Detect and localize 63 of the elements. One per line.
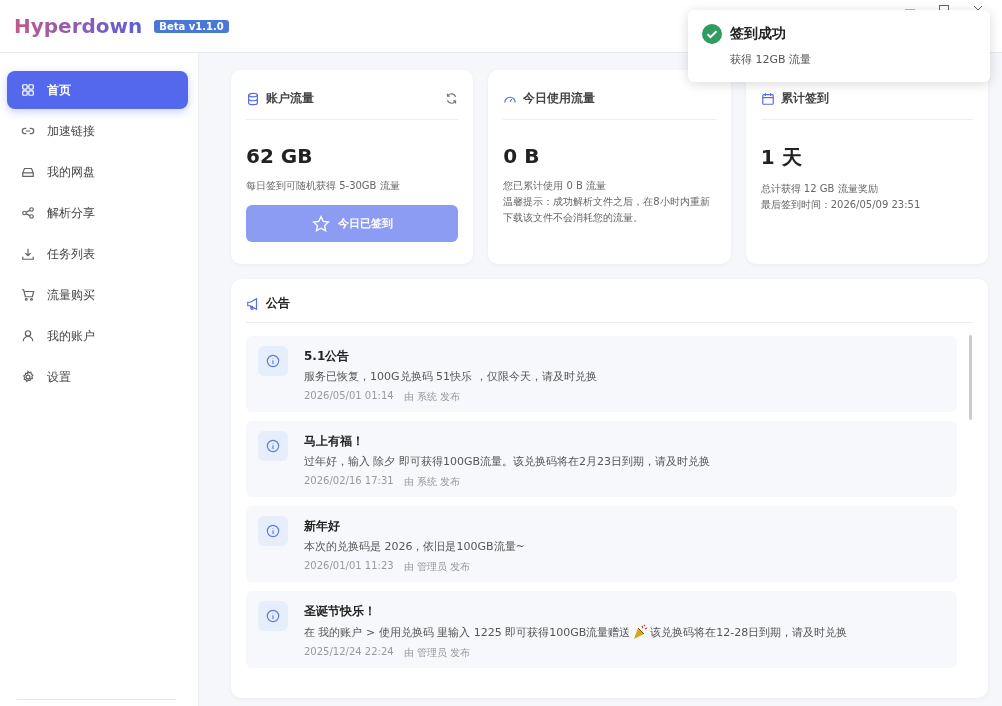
stat-note: 您已累计使用 0 B 流量 — [503, 179, 608, 193]
announcement-title: 马上有福！ — [304, 433, 365, 450]
refresh-icon[interactable] — [445, 92, 459, 105]
database-icon — [246, 91, 260, 106]
grid-icon — [21, 83, 35, 97]
stat-note: 总计获得 12 GB 流量奖励 — [760, 182, 879, 196]
cart-icon — [21, 288, 35, 302]
sidebar-item[interactable]: 解析分享 — [7, 194, 188, 232]
card-title: 今日使用流量 — [523, 90, 596, 107]
announcement-text: 本次的兑换码是 2026，依旧是100GB流量~ — [304, 539, 525, 554]
sidebar-item[interactable]: 设置 — [7, 358, 188, 396]
info-icon — [258, 516, 288, 546]
announcement-item[interactable]: 新年好 本次的兑换码是 2026，依旧是100GB流量~ 2026/01/01 11:23 由 管理员 发布 — [246, 506, 957, 582]
info-icon — [258, 601, 288, 631]
announcement-item[interactable]: 马上有福！ 过年好，输入 除夕 即可获得100GB流量。该兑换码将在2月23日到期，请及时兑换 2026/02/16 17:31 由 系统 发布 — [246, 421, 957, 497]
download-icon — [21, 247, 35, 261]
announcement-author: 由 管理员 发布 — [403, 646, 470, 660]
toast-message: 获得 12GB 流量 — [730, 52, 813, 67]
scrollbar[interactable] — [969, 335, 972, 420]
announcement-time: 2026/01/01 11:23 — [304, 560, 394, 573]
sidebar-item[interactable]: 流量购买 — [7, 276, 188, 314]
stat-note: 温馨提示：成功解析文件之后，在8小时内重新下载该文件不会消耗您的流量。 — [503, 195, 711, 225]
settings-icon — [21, 370, 35, 384]
announcement-item[interactable]: 圣诞节快乐！ 在 我的账户 > 使用兑换码 里输入 1225 即可获得100GB流量赠送 该兑换码将在12-28日到期，请及时兑换 2025/12/24 22:24 由 管理员 发布 — [246, 591, 957, 668]
user-icon — [21, 329, 35, 343]
party-popper-icon — [632, 624, 649, 640]
announcement-text: 过年好，输入 除夕 即可获得100GB流量。该兑换码将在2月23日到期，请及时兑换 — [304, 454, 711, 469]
stat-value: 1 天 — [760, 144, 803, 171]
share-icon — [21, 206, 35, 220]
announcement-author: 由 系统 发布 — [403, 475, 460, 489]
announcement-time: 2026/05/01 01:14 — [304, 390, 394, 403]
sidebar-item[interactable]: 加速链接 — [7, 112, 188, 150]
version-badge: Beta v1.1.0 — [154, 19, 229, 33]
announcement-author: 由 系统 发布 — [403, 390, 460, 404]
announcement-title: 5.1公告 — [304, 348, 351, 365]
info-icon — [258, 431, 288, 461]
announcement-author: 由 管理员 发布 — [403, 560, 470, 574]
announcement-item[interactable]: 5.1公告 服务已恢复，100G兑换码 51快乐 ，仅限今天，请及时兑换 2026/05/01 01:14 由 系统 发布 — [246, 336, 957, 412]
announcement-text: 该兑换码将在12-28日到期，请及时兑换 — [650, 624, 848, 640]
info-icon — [258, 346, 288, 376]
sidebar-item[interactable]: 任务列表 — [7, 235, 188, 273]
card-title: 累计签到 — [780, 90, 829, 107]
announcement-title: 新年好 — [304, 518, 341, 535]
star-icon — [311, 214, 330, 233]
stat-value: 62 GB — [246, 144, 314, 168]
success-icon — [702, 24, 722, 44]
drive-icon — [21, 165, 35, 179]
announcement-text: 在 我的账户 > 使用兑换码 里输入 1225 即可获得100GB流量赠送 — [304, 624, 631, 640]
announcement-title: 圣诞节快乐！ — [304, 603, 377, 620]
calendar-icon — [760, 91, 775, 106]
toast-title: 签到成功 — [730, 25, 786, 43]
announcement-time: 2025/12/24 22:24 — [304, 646, 394, 659]
stat-note: 最后签到时间：2026/05/09 23:51 — [760, 198, 922, 212]
announcement-time: 2026/02/16 17:31 — [304, 475, 394, 488]
sidebar-item[interactable]: 我的网盘 — [7, 153, 188, 191]
stat-value: 0 B — [503, 144, 541, 168]
sidebar-item[interactable]: 首页 — [7, 71, 188, 109]
announcement-text: 服务已恢复，100G兑换码 51快乐 ，仅限今天，请及时兑换 — [304, 369, 597, 384]
card-title: 账户流量 — [266, 90, 314, 107]
card-title: 公告 — [266, 295, 290, 312]
stat-note: 每日签到可随机获得 5-30GB 流量 — [246, 179, 401, 193]
megaphone-icon — [246, 296, 260, 311]
sidebar-item[interactable]: 我的账户 — [7, 317, 188, 355]
